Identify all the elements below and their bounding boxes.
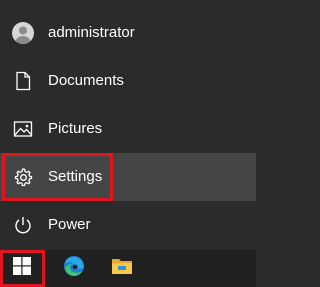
- user-avatar-icon: [11, 21, 35, 45]
- gear-icon: [11, 165, 35, 189]
- picture-icon: [11, 117, 35, 141]
- start-menu: administrator Documents Pictures Setting…: [0, 0, 256, 250]
- settings-item[interactable]: Settings: [0, 153, 256, 201]
- power-item[interactable]: Power: [0, 201, 256, 249]
- windows-logo-icon: [13, 257, 31, 280]
- taskbar: [0, 250, 256, 287]
- user-account-label: administrator: [48, 24, 135, 41]
- edge-browser-icon: [62, 254, 86, 283]
- edge-taskbar-button[interactable]: [52, 250, 96, 287]
- power-label: Power: [48, 216, 91, 233]
- file-explorer-taskbar-button[interactable]: [100, 250, 144, 287]
- documents-label: Documents: [48, 72, 124, 89]
- power-icon: [11, 213, 35, 237]
- documents-item[interactable]: Documents: [0, 57, 256, 105]
- folder-icon: [110, 255, 134, 282]
- user-account-item[interactable]: administrator: [0, 9, 256, 57]
- document-icon: [11, 69, 35, 93]
- pictures-label: Pictures: [48, 120, 103, 137]
- settings-label: Settings: [48, 168, 103, 185]
- pictures-item[interactable]: Pictures: [0, 105, 256, 153]
- start-button[interactable]: [0, 250, 44, 287]
